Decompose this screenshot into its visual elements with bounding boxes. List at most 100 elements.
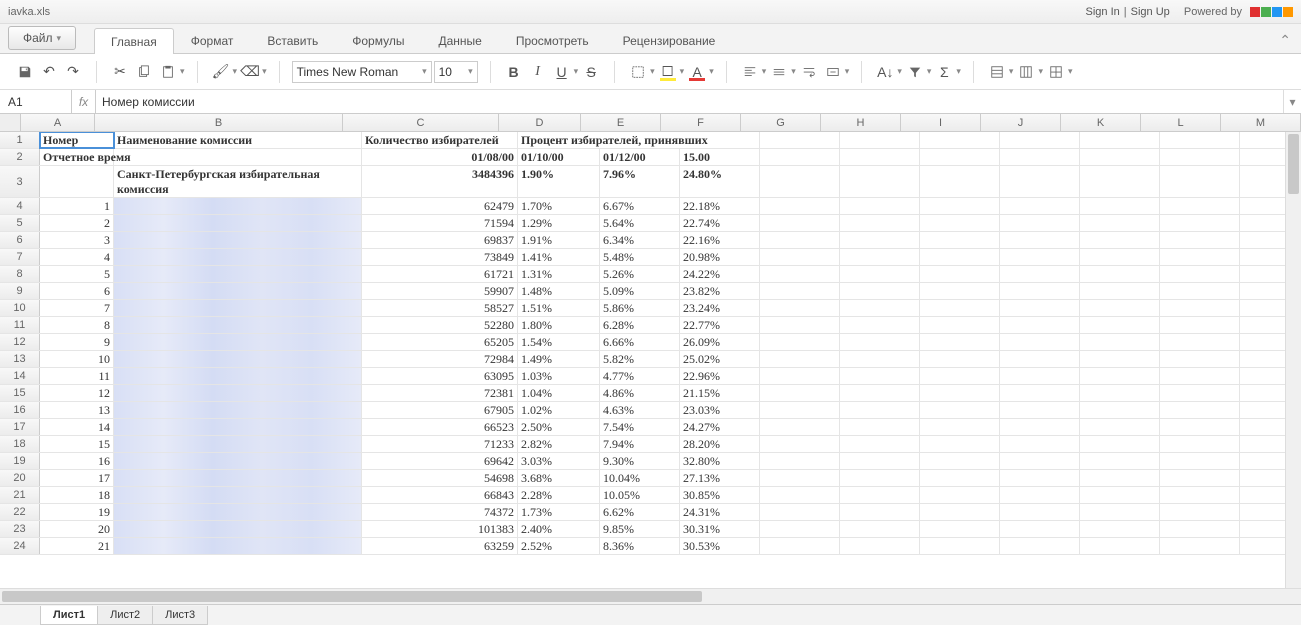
cell[interactable]: 72381 xyxy=(362,385,518,401)
cell[interactable] xyxy=(114,300,362,316)
cell[interactable] xyxy=(760,317,840,333)
cell[interactable] xyxy=(1000,215,1080,231)
cell[interactable] xyxy=(1160,198,1240,214)
fx-icon[interactable]: fx xyxy=(72,90,96,113)
redo-icon[interactable]: ↷ xyxy=(62,61,84,83)
cell[interactable] xyxy=(920,317,1000,333)
cell[interactable] xyxy=(1160,249,1240,265)
cell[interactable]: 66523 xyxy=(362,419,518,435)
cell[interactable]: 63259 xyxy=(362,538,518,554)
cell[interactable]: 21.15% xyxy=(680,385,760,401)
cell[interactable] xyxy=(840,283,920,299)
wrap-text-icon[interactable] xyxy=(798,61,820,83)
row-header[interactable]: 9 xyxy=(0,283,40,299)
cell[interactable]: Процент избирателей, принявших xyxy=(518,132,760,148)
ribbon-tab-4[interactable]: Данные xyxy=(421,27,498,53)
cell[interactable] xyxy=(920,453,1000,469)
cell[interactable] xyxy=(840,249,920,265)
cell[interactable]: 23.24% xyxy=(680,300,760,316)
cell[interactable] xyxy=(1160,266,1240,282)
cell[interactable]: 14 xyxy=(40,419,114,435)
cell[interactable] xyxy=(40,166,114,197)
cell[interactable]: 8.36% xyxy=(600,538,680,554)
cell[interactable]: Санкт-Петербургская избирательная комисс… xyxy=(114,166,362,197)
cell[interactable]: 7.54% xyxy=(600,419,680,435)
cell[interactable] xyxy=(1080,487,1160,503)
cell[interactable]: 23.82% xyxy=(680,283,760,299)
cell[interactable]: 2.40% xyxy=(518,521,600,537)
cell[interactable] xyxy=(114,487,362,503)
save-icon[interactable] xyxy=(14,61,36,83)
cell[interactable]: 01/08/00 xyxy=(362,149,518,165)
clear-format-icon[interactable]: ⌫ xyxy=(239,61,261,83)
cell[interactable] xyxy=(760,504,840,520)
cell[interactable]: 15 xyxy=(40,436,114,452)
cell[interactable] xyxy=(920,368,1000,384)
cell[interactable]: 73849 xyxy=(362,249,518,265)
cell[interactable]: 6 xyxy=(40,283,114,299)
ribbon-tab-3[interactable]: Формулы xyxy=(335,27,421,53)
cell[interactable] xyxy=(1000,419,1080,435)
cell[interactable]: 72984 xyxy=(362,351,518,367)
cell[interactable] xyxy=(1160,504,1240,520)
cell[interactable]: 59907 xyxy=(362,283,518,299)
row-header[interactable]: 6 xyxy=(0,232,40,248)
cell[interactable]: 58527 xyxy=(362,300,518,316)
cell[interactable] xyxy=(1080,538,1160,554)
cell[interactable] xyxy=(114,249,362,265)
cell[interactable]: 30.31% xyxy=(680,521,760,537)
cell[interactable] xyxy=(114,504,362,520)
cell[interactable] xyxy=(1000,317,1080,333)
cell[interactable]: 63095 xyxy=(362,368,518,384)
cell[interactable] xyxy=(920,470,1000,486)
cell[interactable]: 25.02% xyxy=(680,351,760,367)
cell[interactable]: 1.80% xyxy=(518,317,600,333)
cell[interactable] xyxy=(920,538,1000,554)
cell[interactable] xyxy=(840,385,920,401)
cell[interactable] xyxy=(1080,149,1160,165)
cell[interactable] xyxy=(840,436,920,452)
cell[interactable] xyxy=(920,300,1000,316)
cell[interactable] xyxy=(920,215,1000,231)
cell[interactable]: 101383 xyxy=(362,521,518,537)
cell[interactable]: 15.00 xyxy=(680,149,760,165)
cell[interactable]: 1.91% xyxy=(518,232,600,248)
row-header[interactable]: 21 xyxy=(0,487,40,503)
cell[interactable] xyxy=(840,232,920,248)
cell[interactable] xyxy=(114,453,362,469)
sign-up-link[interactable]: Sign Up xyxy=(1131,6,1170,18)
cell[interactable]: 5.26% xyxy=(600,266,680,282)
cell[interactable] xyxy=(1080,232,1160,248)
cell[interactable] xyxy=(920,504,1000,520)
cell[interactable]: 7.94% xyxy=(600,436,680,452)
cell[interactable]: 20 xyxy=(40,521,114,537)
cell[interactable] xyxy=(1080,317,1160,333)
column-header-L[interactable]: L xyxy=(1141,114,1221,131)
cell[interactable] xyxy=(114,317,362,333)
cell[interactable] xyxy=(1160,521,1240,537)
cell[interactable] xyxy=(760,470,840,486)
cell[interactable] xyxy=(760,132,840,148)
cell[interactable] xyxy=(1080,334,1160,350)
paste-icon[interactable] xyxy=(157,61,179,83)
sign-in-link[interactable]: Sign In xyxy=(1086,6,1120,18)
cell[interactable] xyxy=(760,266,840,282)
cell[interactable]: Отчетное время xyxy=(40,149,114,165)
column-header-D[interactable]: D xyxy=(499,114,581,131)
cell[interactable]: 11 xyxy=(40,368,114,384)
cell[interactable] xyxy=(114,402,362,418)
cell[interactable] xyxy=(920,166,1000,197)
column-header-M[interactable]: M xyxy=(1221,114,1301,131)
cell[interactable] xyxy=(920,385,1000,401)
cell[interactable] xyxy=(840,215,920,231)
cell[interactable] xyxy=(1000,487,1080,503)
cell[interactable] xyxy=(760,402,840,418)
cell[interactable]: 65205 xyxy=(362,334,518,350)
row-header[interactable]: 14 xyxy=(0,368,40,384)
row-header[interactable]: 15 xyxy=(0,385,40,401)
cell[interactable]: 8 xyxy=(40,317,114,333)
cell[interactable] xyxy=(920,149,1000,165)
row-header[interactable]: 11 xyxy=(0,317,40,333)
text-color-button[interactable]: A xyxy=(686,61,708,83)
font-family-select[interactable]: Times New Roman▾ xyxy=(292,61,432,83)
